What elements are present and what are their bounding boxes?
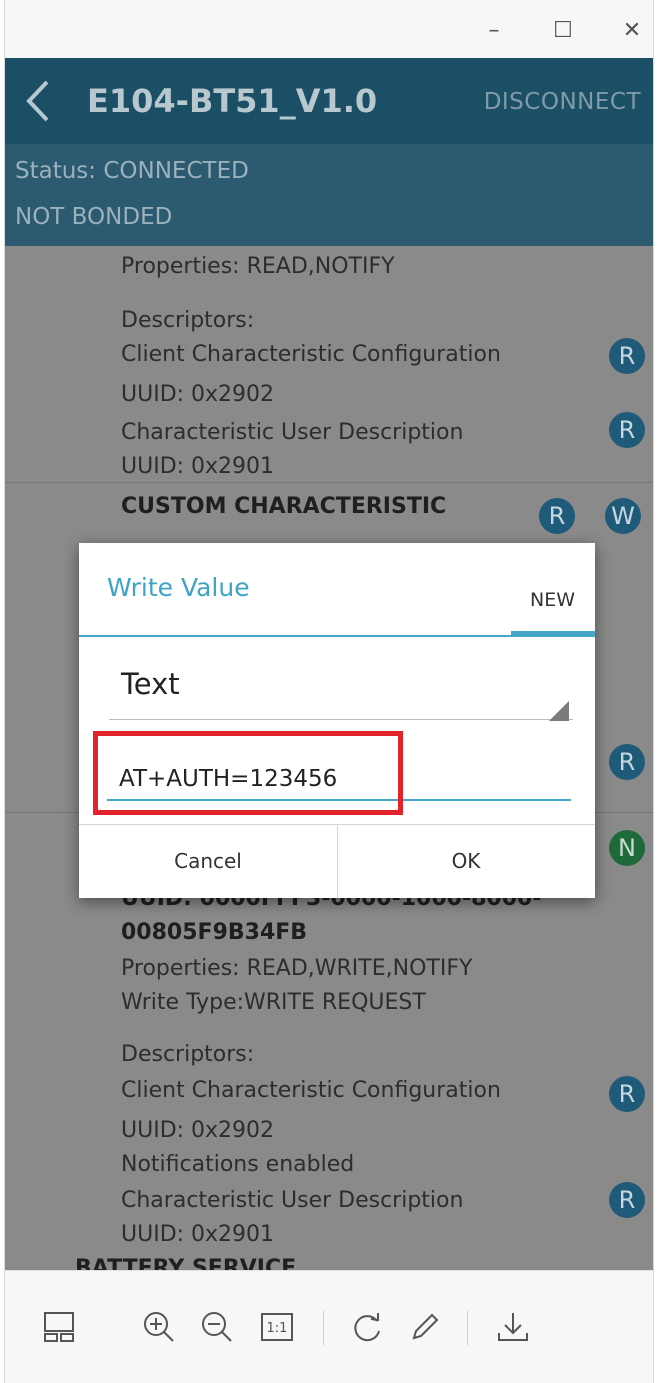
maximize-icon[interactable]: ☐: [546, 14, 580, 48]
write-badge[interactable]: W: [605, 498, 641, 534]
characteristic-uuid: 00805F9B34FB: [121, 920, 308, 945]
read-badge[interactable]: R: [609, 1182, 645, 1218]
read-badge[interactable]: R: [609, 412, 645, 448]
connection-status: Status: CONNECTED NOT BONDED: [5, 144, 653, 246]
dropdown-arrow-icon[interactable]: [549, 701, 569, 721]
layout-icon[interactable]: [39, 1307, 79, 1347]
close-icon[interactable]: ✕: [615, 14, 649, 48]
divider: [5, 482, 653, 483]
rotate-icon[interactable]: [347, 1307, 387, 1347]
notify-badge[interactable]: N: [609, 830, 645, 866]
toolbar-separator: [467, 1311, 468, 1345]
status-bonded: NOT BONDED: [15, 204, 173, 230]
zoom-out-icon[interactable]: [197, 1307, 237, 1347]
read-badge[interactable]: R: [609, 1076, 645, 1112]
app-window: – ☐ ✕ E104-BT51_V1.0 DISCONNECT Status: …: [4, 0, 654, 1383]
descriptor-uuid: UUID: 0x2901: [121, 454, 275, 479]
descriptors-label: Descriptors:: [121, 1042, 255, 1067]
format-select[interactable]: Text: [121, 667, 180, 701]
app-bar: E104-BT51_V1.0 DISCONNECT: [5, 58, 653, 144]
cancel-button[interactable]: Cancel: [79, 824, 337, 898]
descriptor-name: Client Characteristic Configuration: [121, 1078, 501, 1103]
download-icon[interactable]: [493, 1307, 533, 1347]
descriptor-name: Characteristic User Description: [121, 1188, 464, 1213]
window-titlebar: – ☐ ✕: [5, 0, 653, 58]
tab-selected-indicator: [511, 631, 595, 636]
highlight-box: [93, 731, 403, 815]
descriptor-note: Notifications enabled: [121, 1152, 355, 1177]
read-badge[interactable]: R: [609, 744, 645, 780]
properties-text: Properties: READ,WRITE,NOTIFY: [121, 956, 473, 981]
minimize-icon[interactable]: –: [477, 14, 511, 48]
actual-size-icon[interactable]: 1:1: [257, 1307, 297, 1347]
disconnect-button[interactable]: DISCONNECT: [484, 80, 641, 124]
properties-text: Properties: READ,NOTIFY: [121, 254, 395, 279]
write-value-dialog: Write Value NEW Text Cancel OK: [79, 543, 595, 898]
read-badge[interactable]: R: [539, 498, 575, 534]
descriptor-name: Characteristic User Description: [121, 420, 464, 445]
descriptor-uuid: UUID: 0x2902: [121, 382, 275, 407]
read-badge[interactable]: R: [609, 338, 645, 374]
status-connected: Status: CONNECTED: [15, 158, 249, 184]
tab-new[interactable]: NEW: [530, 589, 575, 611]
edit-pencil-icon[interactable]: [405, 1307, 445, 1347]
ok-button[interactable]: OK: [337, 824, 595, 898]
descriptor-uuid: UUID: 0x2902: [121, 1118, 275, 1143]
device-title: E104-BT51_V1.0: [87, 82, 378, 120]
select-underline: [109, 719, 573, 720]
zoom-in-icon[interactable]: [139, 1307, 179, 1347]
toolbar-separator: [323, 1311, 324, 1345]
dialog-title: Write Value: [107, 573, 250, 602]
descriptor-uuid: UUID: 0x2901: [121, 1222, 275, 1247]
back-button[interactable]: [19, 76, 59, 126]
write-type-text: Write Type:WRITE REQUEST: [121, 990, 426, 1015]
chevron-left-icon: [26, 80, 49, 122]
descriptor-name: Client Characteristic Configuration: [121, 342, 501, 367]
descriptors-label: Descriptors:: [121, 308, 255, 333]
service-name-partial: BATTERY SERVICE: [75, 1256, 297, 1270]
svg-text:1:1: 1:1: [267, 1321, 288, 1336]
characteristic-name: CUSTOM CHARACTERISTIC: [121, 494, 447, 519]
viewer-toolbar: 1:1: [5, 1270, 653, 1383]
